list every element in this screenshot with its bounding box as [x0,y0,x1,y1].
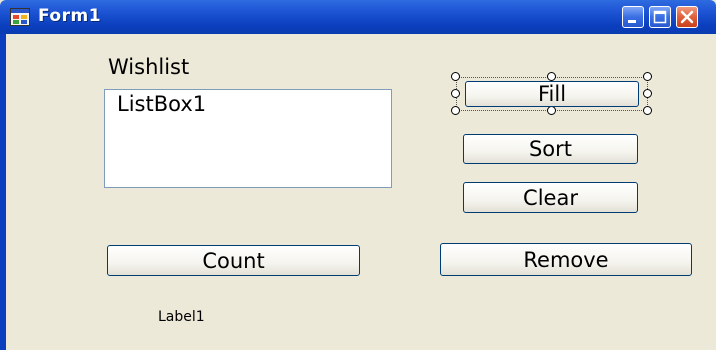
window-border [0,34,6,350]
count-result-label: Label1 [158,309,205,325]
resize-handle[interactable] [643,72,652,81]
listbox-placeholder: ListBox1 [117,92,207,116]
form-window: Form1 Wishlist ListBox1 Fill Sort Clear … [0,0,716,350]
minimize-button[interactable] [622,6,644,28]
resize-handle[interactable] [547,106,556,115]
form-icon [10,8,30,26]
clear-button[interactable]: Clear [463,182,638,213]
maximize-button[interactable] [649,6,671,28]
remove-button[interactable]: Remove [440,243,692,276]
close-icon [680,10,694,24]
wishlist-listbox[interactable]: ListBox1 [104,89,392,188]
count-button[interactable]: Count [107,245,360,276]
sort-button[interactable]: Sort [463,134,638,164]
resize-handle[interactable] [643,106,652,115]
close-button[interactable] [676,6,698,28]
window-title: Form1 [38,6,102,26]
minimize-icon [628,20,636,23]
resize-handle[interactable] [643,89,652,98]
title-bar[interactable]: Form1 [0,0,716,34]
wishlist-label: Wishlist [108,55,190,79]
resize-handle[interactable] [547,72,556,81]
resize-handle[interactable] [451,89,460,98]
fill-button[interactable]: Fill [465,81,639,107]
resize-handle[interactable] [451,72,460,81]
maximize-icon [653,10,667,24]
resize-handle[interactable] [451,106,460,115]
